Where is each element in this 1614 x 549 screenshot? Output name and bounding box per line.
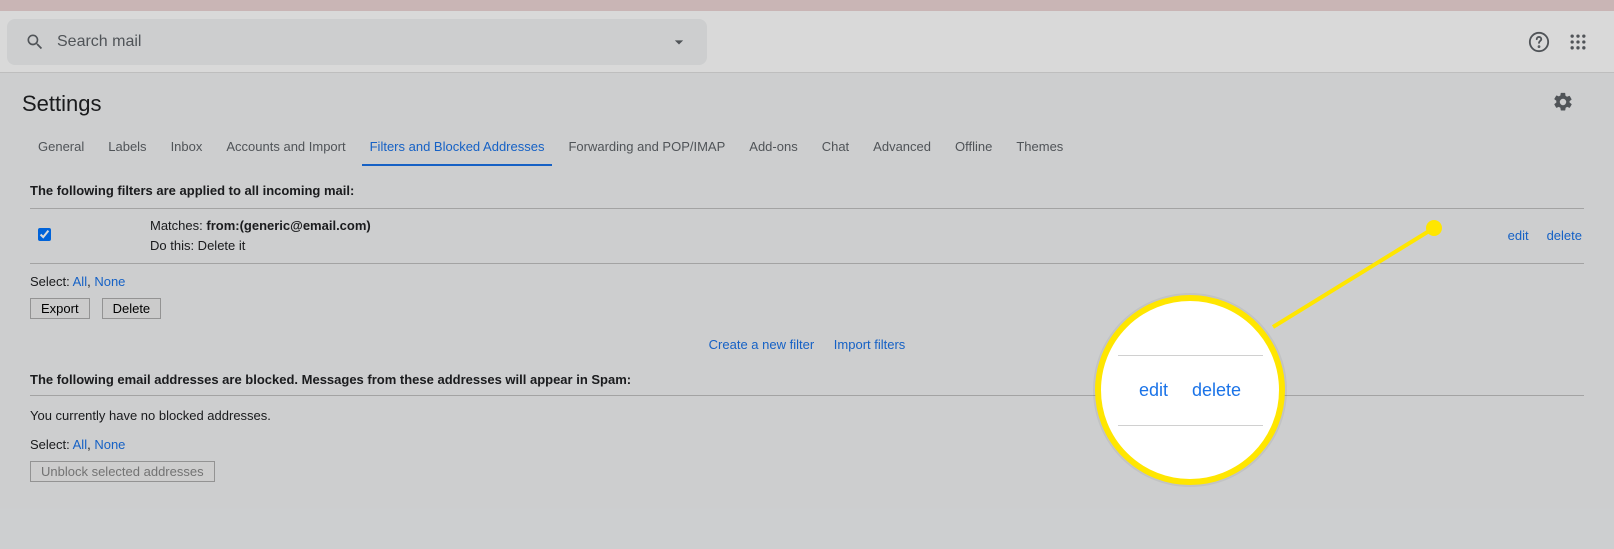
annotation-dot: [1426, 220, 1442, 236]
annotation-line: [0, 0, 1614, 549]
callout-edit-text: edit: [1139, 380, 1168, 401]
callout-delete-text: delete: [1192, 380, 1241, 401]
annotation-callout: edit delete: [1095, 295, 1285, 485]
